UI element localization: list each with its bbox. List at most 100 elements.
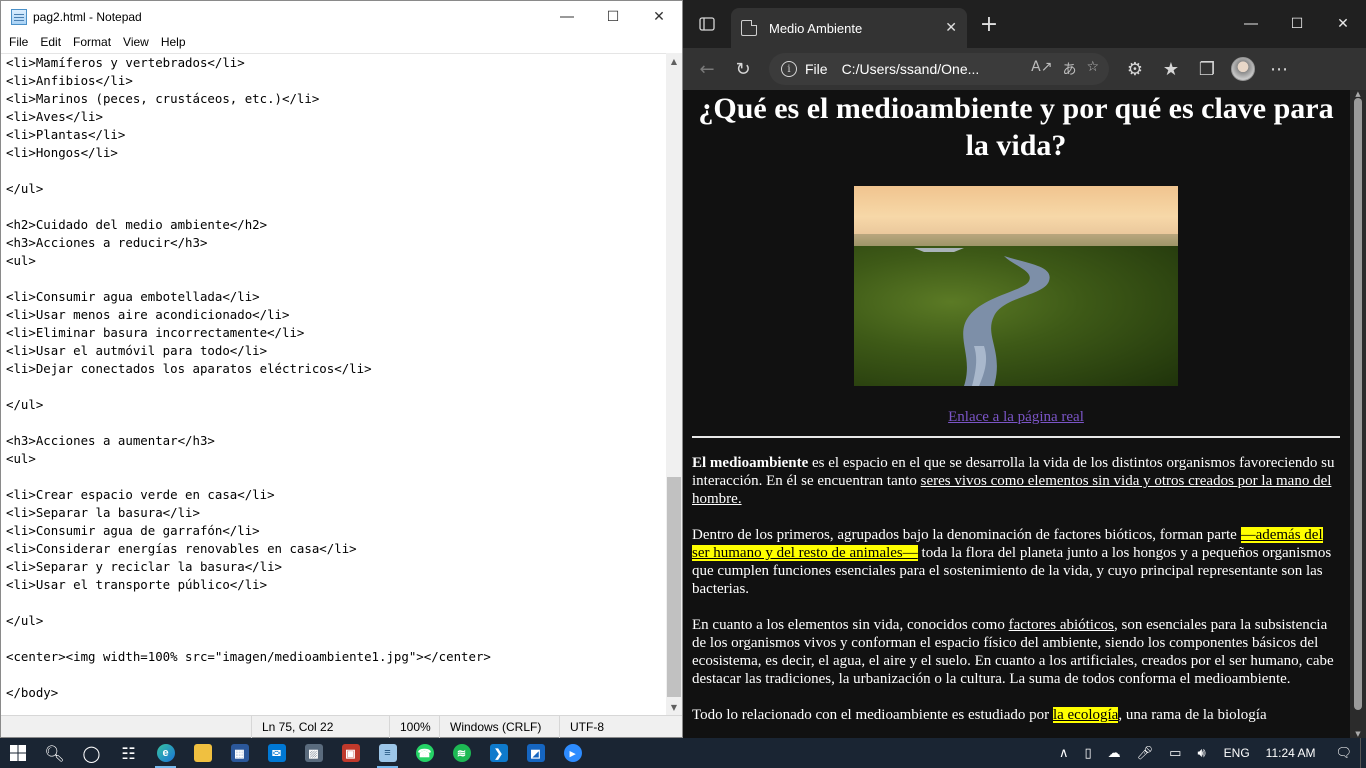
code-line: <li>Considerar energías renovables en ca… — [6, 541, 357, 556]
task-view-icon[interactable]: ☷ — [110, 738, 147, 768]
browser-tab-medio-ambiente[interactable]: Medio Ambiente ✕ — [731, 8, 967, 48]
maximize-button[interactable]: ☐ — [1274, 3, 1320, 45]
paragraph-2: Dentro de los primeros, agrupados bajo l… — [692, 527, 1332, 597]
more-options-icon[interactable]: ⋯ — [1261, 51, 1297, 87]
scroll-down-arrow-icon[interactable]: ▼ — [666, 699, 682, 715]
address-bar[interactable]: i File C:/Users/ssand/One... A↗ あ ☆ — [769, 53, 1109, 85]
back-arrow-icon[interactable]: ← — [689, 51, 725, 87]
notepad-titlebar[interactable]: pag2.html - Notepad ― ☐ ✕ — [1, 1, 682, 32]
menu-view[interactable]: View — [117, 35, 155, 49]
edge-window: Medio Ambiente ✕ + ― ☐ ✕ ← ↻ i File C:/U… — [683, 0, 1366, 738]
cloud-icon[interactable]: ☁ — [1100, 746, 1129, 761]
scroll-up-arrow-icon[interactable]: ▲ — [1350, 90, 1366, 98]
address-url[interactable]: C:/Users/ssand/One... — [842, 61, 1032, 77]
read-aloud-icon[interactable]: A↗ — [1031, 59, 1052, 79]
code-line: </ul> — [6, 613, 44, 628]
refresh-icon[interactable]: ↻ — [725, 51, 761, 87]
collections-icon[interactable]: ❐ — [1189, 51, 1225, 87]
taskbar-mail-icon[interactable]: ✉ — [258, 738, 295, 768]
bold-term: El medioambiente — [692, 455, 809, 471]
taskbar-edge-icon[interactable]: e — [147, 738, 184, 768]
taskbar-notepad-icon[interactable]: ≡ — [369, 738, 406, 768]
menu-edit[interactable]: Edit — [34, 35, 67, 49]
taskbar-whatsapp-icon[interactable]: ☎ — [406, 738, 443, 768]
edge-toolbar: ← ↻ i File C:/Users/ssand/One... A↗ あ ☆ … — [683, 48, 1366, 90]
address-scheme: File — [805, 61, 828, 77]
info-icon[interactable]: i — [781, 61, 797, 77]
microphone-icon[interactable]: 🎤︎ — [1129, 746, 1162, 761]
code-line: <li>Usar el autmóvil para todo</li> — [6, 343, 268, 358]
start-button[interactable] — [0, 738, 36, 768]
profile-button[interactable] — [1225, 51, 1261, 87]
new-tab-button[interactable]: + — [971, 6, 1007, 42]
clock[interactable]: 11:24 AM — [1260, 746, 1328, 760]
code-line: <li>Aves</li> — [6, 109, 103, 124]
page-icon — [741, 20, 757, 36]
device-icon[interactable]: ▯ — [1076, 746, 1099, 761]
taskbar: 🔍︎ ◯ ☷ e ▦ ✉ ▨ ▣ ≡ ☎ ≋ ❯ ◩ ▸ ∧ ▯ ☁ 🎤︎ ▭ … — [0, 738, 1366, 768]
volume-icon[interactable]: 🔊︎ — [1189, 746, 1213, 761]
system-tray: ∧ ▯ ☁ 🎤︎ ▭ 🔊︎ ENG 11:24 AM 🗨︎ — [1051, 738, 1366, 768]
tab-close-icon[interactable]: ✕ — [945, 20, 957, 36]
status-encoding: UTF-8 — [559, 715, 679, 738]
taskbar-app-icon[interactable]: ▣ — [332, 738, 369, 768]
favorites-icon[interactable]: ★ — [1153, 51, 1189, 87]
scroll-down-arrow-icon[interactable]: ▼ — [1350, 730, 1366, 738]
code-line: <li>Plantas</li> — [6, 127, 126, 142]
show-desktop-button[interactable] — [1360, 738, 1366, 768]
minimize-button[interactable]: ― — [544, 1, 590, 32]
paragraph-3: En cuanto a los elementos sin vida, cono… — [692, 617, 1334, 687]
scrollbar-thumb[interactable] — [1354, 98, 1362, 710]
cortana-icon[interactable]: ◯ — [73, 738, 110, 768]
code-line: <h3>Acciones a aumentar</h3> — [6, 433, 215, 448]
taskbar-file-explorer-icon[interactable] — [184, 738, 221, 768]
page-title: ¿Qué es el medioambiente y por qué es cl… — [698, 92, 1334, 162]
scrollbar-thumb[interactable] — [667, 477, 681, 697]
maximize-button[interactable]: ☐ — [590, 1, 636, 32]
web-page: ¿Qué es el medioambiente y por qué es cl… — [692, 90, 1340, 738]
taskbar-zoom-icon[interactable]: ▸ — [554, 738, 591, 768]
minimize-button[interactable]: ― — [1228, 3, 1274, 45]
chevron-up-icon[interactable]: ∧ — [1051, 746, 1077, 761]
search-icon[interactable]: 🔍︎ — [36, 738, 73, 768]
taskbar-store-icon[interactable]: ▦ — [221, 738, 258, 768]
menu-help[interactable]: Help — [155, 35, 192, 49]
code-line: </ul> — [6, 397, 44, 412]
notepad-status-bar: Ln 75, Col 22 100% Windows (CRLF) UTF-8 — [1, 715, 682, 738]
windows-logo-icon — [10, 745, 26, 761]
menu-format[interactable]: Format — [67, 35, 117, 49]
taskbar-photos-icon[interactable]: ▨ — [295, 738, 332, 768]
desktop: pag2.html - Notepad ― ☐ ✕ File Edit Form… — [0, 0, 1366, 768]
code-line: <li>Hongos</li> — [6, 145, 118, 160]
add-favorite-icon[interactable]: ☆ — [1086, 59, 1099, 79]
river-graphic — [914, 248, 1050, 386]
translate-icon[interactable]: あ — [1062, 59, 1076, 79]
close-button[interactable]: ✕ — [636, 1, 682, 32]
notepad-window: pag2.html - Notepad ― ☐ ✕ File Edit Form… — [0, 0, 683, 738]
notepad-app-icon — [11, 8, 27, 25]
real-page-link[interactable]: Enlace a la página real — [692, 409, 1340, 426]
code-line: <li>Usar el transporte público</li> — [6, 577, 268, 592]
taskbar-spotify-icon[interactable]: ≋ — [443, 738, 480, 768]
edge-window-controls: ― ☐ ✕ — [1228, 3, 1366, 45]
close-button[interactable]: ✕ — [1320, 3, 1366, 45]
input-language[interactable]: ENG — [1214, 746, 1260, 760]
tab-actions-button[interactable] — [683, 0, 731, 48]
notepad-menubar: File Edit Format View Help — [1, 32, 682, 52]
notifications-icon[interactable]: 🗨︎ — [1327, 746, 1360, 761]
menu-file[interactable]: File — [3, 35, 34, 49]
network-icon[interactable]: ▭ — [1161, 746, 1189, 761]
page-viewport[interactable]: ¿Qué es el medioambiente y por qué es cl… — [683, 90, 1366, 738]
page-vertical-scrollbar[interactable]: ▲ ▼ — [1350, 90, 1366, 738]
taskbar-app-icon[interactable]: ◩ — [517, 738, 554, 768]
extensions-icon[interactable]: ⚙ — [1117, 51, 1153, 87]
scroll-up-arrow-icon[interactable]: ▲ — [666, 53, 682, 69]
notepad-text-area[interactable]: <li>Mamíferos y vertebrados</li> <li>Anf… — [1, 53, 667, 715]
taskbar-vscode-icon[interactable]: ❯ — [480, 738, 517, 768]
underlined-text: factores abióticos — [1008, 617, 1114, 633]
notepad-vertical-scrollbar[interactable]: ▲ ▼ — [666, 53, 682, 715]
